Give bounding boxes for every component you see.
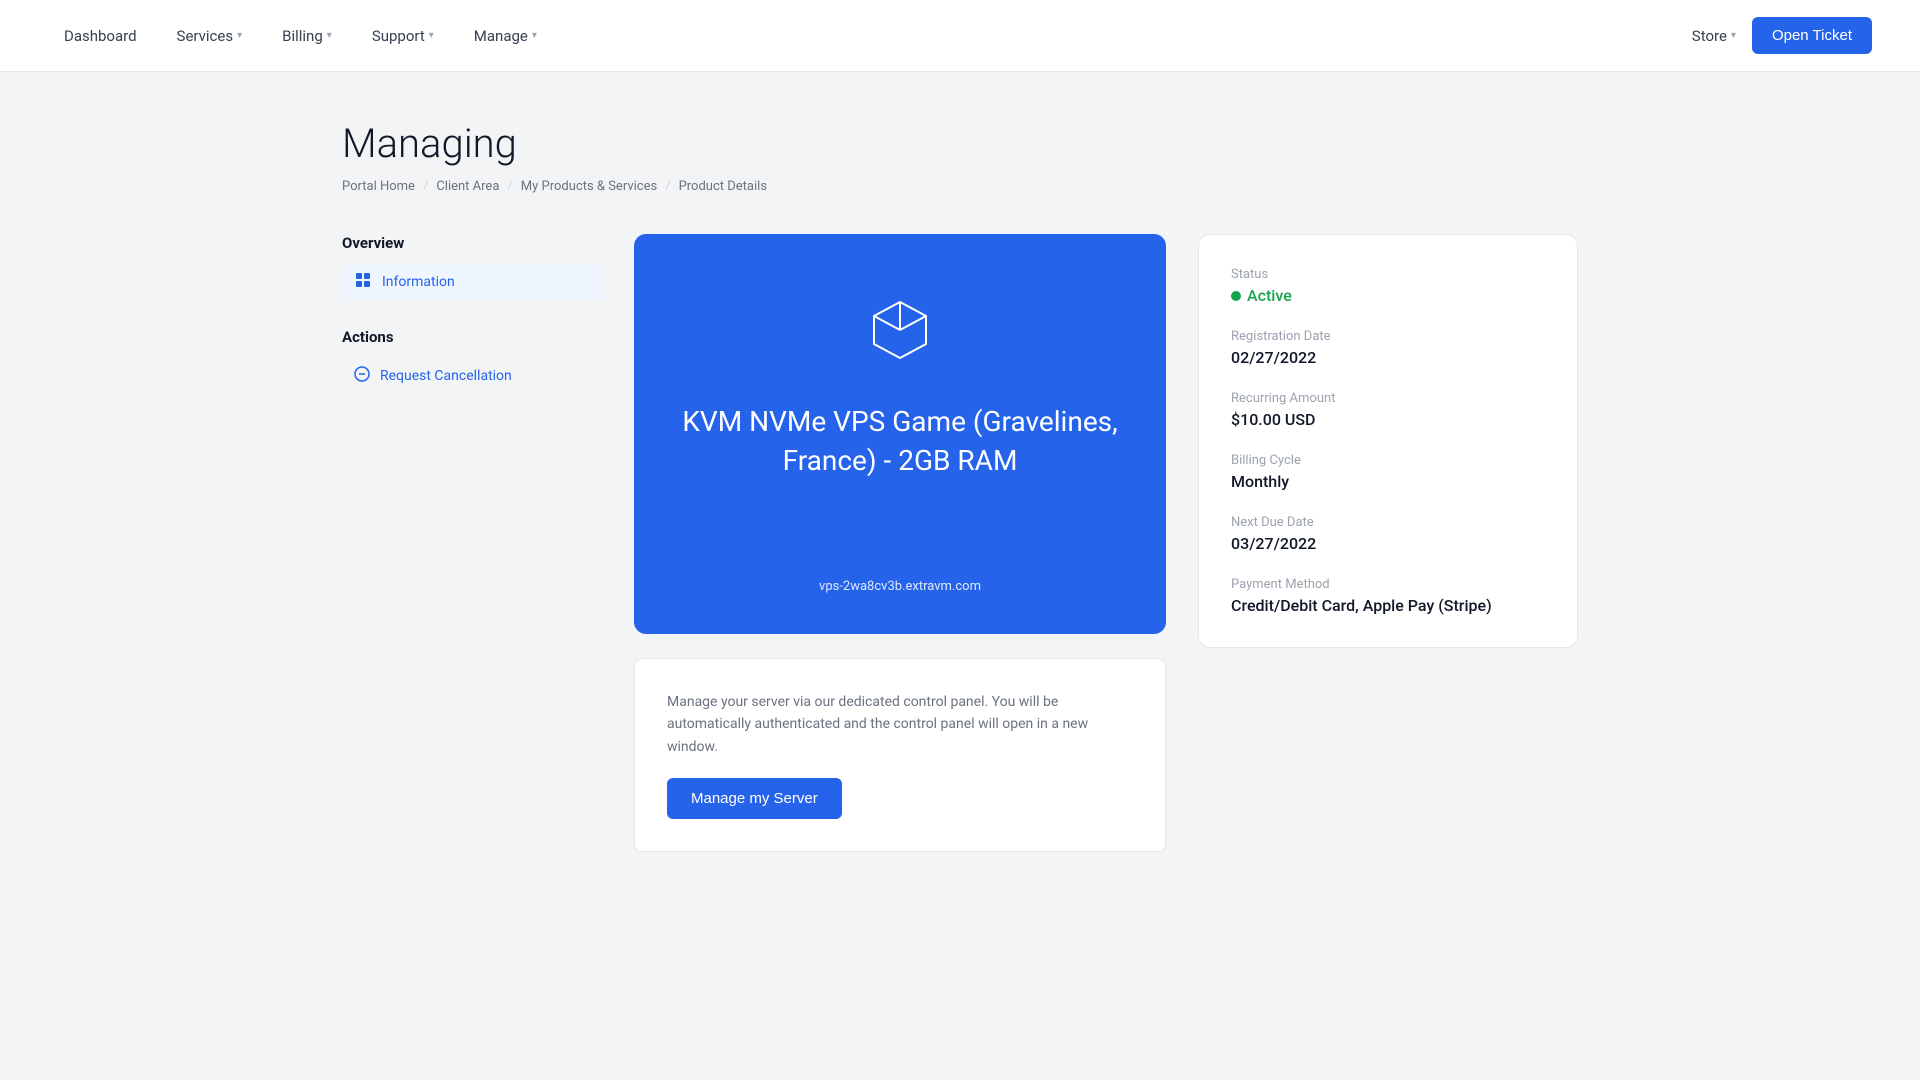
page-title: Managing: [342, 120, 1578, 167]
info-panel: Status Active Registration Date 02/27/20…: [1198, 234, 1578, 648]
nav-store-label: Store: [1692, 27, 1727, 45]
layout: Overview Information Actions: [342, 234, 1578, 852]
nav-manage-chevron-icon: ▾: [532, 30, 537, 41]
status-value: Active: [1231, 286, 1545, 305]
info-row-registration-date: Registration Date 02/27/2022: [1231, 329, 1545, 367]
nav-manage[interactable]: Manage ▾: [458, 19, 553, 53]
sidebar-item-request-cancellation[interactable]: Request Cancellation: [342, 358, 602, 394]
billing-cycle-label: Billing Cycle: [1231, 453, 1545, 468]
open-ticket-button[interactable]: Open Ticket: [1752, 17, 1872, 54]
next-due-date-value: 03/27/2022: [1231, 534, 1545, 553]
manage-panel: Manage your server via our dedicated con…: [634, 658, 1166, 852]
sidebar: Overview Information Actions: [342, 234, 602, 852]
payment-method-label: Payment Method: [1231, 577, 1545, 592]
info-row-payment-method: Payment Method Credit/Debit Card, Apple …: [1231, 577, 1545, 615]
nav-support[interactable]: Support ▾: [356, 19, 450, 53]
nav-dashboard-label: Dashboard: [64, 27, 137, 45]
manage-server-button[interactable]: Manage my Server: [667, 778, 842, 819]
breadcrumb-product-details: Product Details: [679, 179, 767, 194]
breadcrumb-sep-3: /: [665, 179, 670, 194]
nav-right: Store ▾ Open Ticket: [1692, 17, 1872, 54]
info-row-status: Status Active: [1231, 267, 1545, 305]
recurring-amount-label: Recurring Amount: [1231, 391, 1545, 406]
status-label: Status: [1231, 267, 1545, 282]
nav-store-chevron-icon: ▾: [1731, 30, 1736, 41]
status-active-dot: [1231, 291, 1241, 301]
breadcrumb-my-products[interactable]: My Products & Services: [521, 179, 657, 194]
nav-services[interactable]: Services ▾: [161, 19, 259, 53]
info-row-recurring-amount: Recurring Amount $10.00 USD: [1231, 391, 1545, 429]
recurring-amount-value: $10.00 USD: [1231, 410, 1545, 429]
nav-services-chevron-icon: ▾: [237, 30, 242, 41]
nav-support-label: Support: [372, 27, 425, 45]
manage-panel-description: Manage your server via our dedicated con…: [667, 691, 1133, 758]
nav-left: Dashboard Services ▾ Billing ▾ Support ▾…: [48, 19, 1692, 53]
main-content: Managing Portal Home / Client Area / My …: [310, 72, 1610, 900]
nav-store[interactable]: Store ▾: [1692, 27, 1736, 45]
product-name: KVM NVMe VPS Game (Gravelines, France) -…: [674, 402, 1126, 480]
request-cancellation-label: Request Cancellation: [380, 368, 512, 384]
registration-date-label: Registration Date: [1231, 329, 1545, 344]
nav-support-chevron-icon: ▾: [429, 30, 434, 41]
navbar: Dashboard Services ▾ Billing ▾ Support ▾…: [0, 0, 1920, 72]
next-due-date-label: Next Due Date: [1231, 515, 1545, 530]
nav-billing[interactable]: Billing ▾: [266, 19, 348, 53]
payment-method-value: Credit/Debit Card, Apple Pay (Stripe): [1231, 596, 1545, 615]
nav-dashboard[interactable]: Dashboard: [48, 19, 153, 53]
information-label: Information: [382, 274, 455, 290]
info-row-billing-cycle: Billing Cycle Monthly: [1231, 453, 1545, 491]
sidebar-item-information[interactable]: Information: [342, 264, 602, 300]
nav-billing-label: Billing: [282, 27, 323, 45]
breadcrumb-portal-home[interactable]: Portal Home: [342, 179, 415, 194]
product-card: KVM NVMe VPS Game (Gravelines, France) -…: [634, 234, 1166, 634]
product-cube-icon: [864, 294, 936, 370]
product-hostname: vps-2wa8cv3b.extravm.com: [819, 579, 981, 594]
overview-section-title: Overview: [342, 234, 602, 252]
status-active-text: Active: [1247, 286, 1292, 305]
nav-billing-chevron-icon: ▾: [327, 30, 332, 41]
nav-services-label: Services: [177, 27, 234, 45]
breadcrumb-sep-1: /: [423, 179, 428, 194]
nav-manage-label: Manage: [474, 27, 528, 45]
breadcrumb-client-area[interactable]: Client Area: [436, 179, 499, 194]
registration-date-value: 02/27/2022: [1231, 348, 1545, 367]
information-icon: [354, 272, 372, 292]
info-row-next-due-date: Next Due Date 03/27/2022: [1231, 515, 1545, 553]
cancel-icon: [354, 366, 370, 386]
sidebar-actions: Actions Request Cancellation: [342, 328, 602, 394]
actions-section-title: Actions: [342, 328, 602, 346]
breadcrumb: Portal Home / Client Area / My Products …: [342, 179, 1578, 194]
center-area: KVM NVMe VPS Game (Gravelines, France) -…: [634, 234, 1166, 852]
breadcrumb-sep-2: /: [507, 179, 512, 194]
billing-cycle-value: Monthly: [1231, 472, 1545, 491]
